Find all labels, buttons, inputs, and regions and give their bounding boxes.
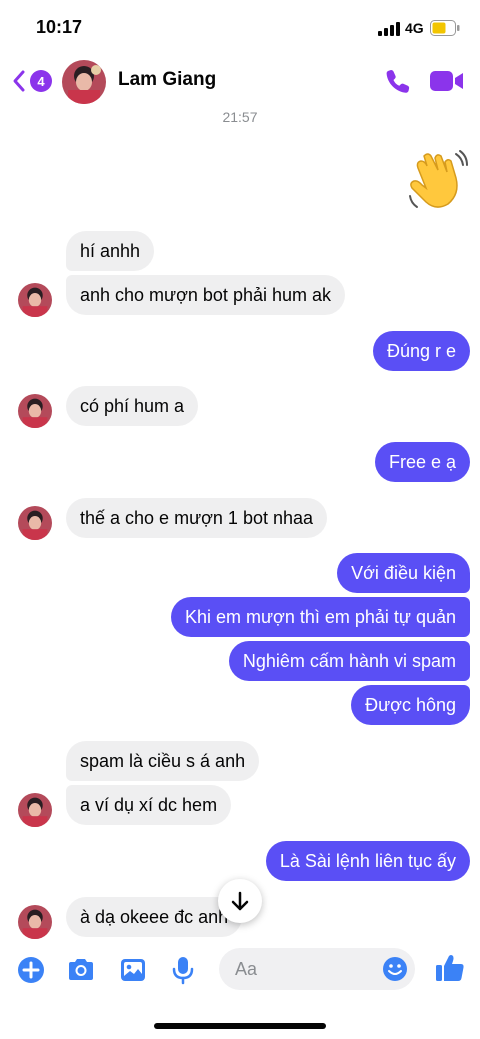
incoming-message[interactable]: spam là ciều s á anh <box>66 741 260 781</box>
status-time: 10:17 <box>36 17 83 37</box>
outgoing-message[interactable]: Là Sài lệnh liên tục ấy <box>265 841 470 881</box>
avatar[interactable] <box>18 394 52 428</box>
status-bar: 10:17 4G <box>0 0 480 52</box>
microphone-icon[interactable] <box>168 955 198 985</box>
avatar[interactable] <box>18 506 52 540</box>
incoming-message[interactable]: hí anhh <box>66 231 155 271</box>
outgoing-message[interactable]: Đúng r e <box>372 331 470 371</box>
emoji-icon[interactable] <box>382 956 408 982</box>
message-timestamp: 21:57 <box>222 109 258 125</box>
arrow-down-icon <box>231 891 249 911</box>
back-button[interactable]: 4 <box>12 66 52 96</box>
outgoing-message[interactable]: Free e ạ <box>374 442 470 482</box>
phone-icon[interactable] <box>384 67 412 95</box>
incoming-message[interactable]: à dạ okeee đc anh <box>66 897 243 937</box>
waving-hand-icon[interactable] <box>404 148 470 214</box>
signal-icon <box>378 22 400 36</box>
incoming-message[interactable]: có phí hum a <box>66 386 199 426</box>
camera-icon[interactable] <box>66 955 96 985</box>
battery-icon <box>430 20 460 36</box>
avatar[interactable] <box>18 283 52 317</box>
avatar[interactable] <box>18 905 52 939</box>
conversation-header: 4 Lam Giang <box>0 52 480 110</box>
plus-icon[interactable] <box>16 955 46 985</box>
avatar[interactable] <box>62 60 106 104</box>
network-label: 4G <box>405 20 424 36</box>
incoming-message[interactable]: anh cho mượn bot phải hum ak <box>66 275 345 315</box>
outgoing-message[interactable]: Khi em mượn thì em phải tự quản <box>170 597 470 637</box>
scroll-to-bottom-button[interactable] <box>218 879 262 923</box>
back-chevron-icon <box>13 70 25 92</box>
incoming-message[interactable]: thế a cho e mượn 1 bot nhaa <box>66 498 328 538</box>
outgoing-message[interactable]: Được hông <box>351 685 470 725</box>
home-indicator[interactable] <box>154 1023 326 1029</box>
incoming-message[interactable]: a ví dụ xí dc hem <box>66 785 232 825</box>
video-icon[interactable] <box>429 68 465 94</box>
contact-name[interactable]: Lam Giang <box>118 69 216 91</box>
message-input[interactable] <box>235 948 375 990</box>
image-icon[interactable] <box>118 955 148 985</box>
thumbs-up-icon[interactable] <box>434 952 466 984</box>
avatar[interactable] <box>18 793 52 827</box>
outgoing-message[interactable]: Nghiêm cấm hành vi spam <box>228 641 470 681</box>
message-composer <box>0 940 480 1000</box>
unread-badge: 4 <box>30 70 52 92</box>
message-input-wrapper <box>219 948 415 990</box>
outgoing-message[interactable]: Với điều kiện <box>337 553 470 593</box>
